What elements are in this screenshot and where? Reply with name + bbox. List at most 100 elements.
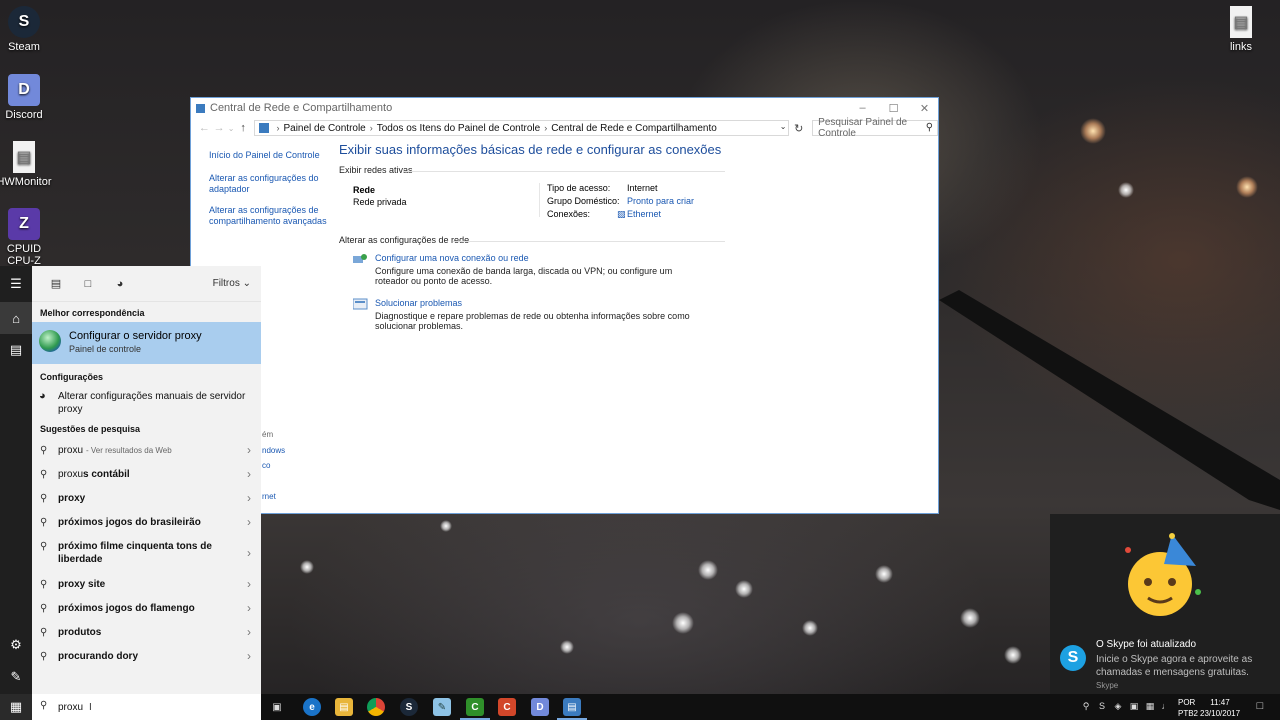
new-connection-link[interactable]: Configurar uma nova conexão ou rede <box>375 253 929 263</box>
clock[interactable]: 11:47 23/10/2017 <box>1200 697 1240 719</box>
hamburger-menu-icon[interactable]: ☰ <box>0 268 32 300</box>
camtasia-red-icon[interactable]: C <box>498 698 516 716</box>
maximize-button[interactable]: ☐ <box>878 98 909 118</box>
suggestion-item[interactable]: ⚲ próximo filme cinquenta tons de liberd… <box>32 534 261 572</box>
settings-gear-icon[interactable]: ⚙ <box>0 629 32 661</box>
troubleshoot-link[interactable]: Solucionar problemas <box>375 298 929 308</box>
chrome-icon[interactable] <box>367 698 385 716</box>
apps-filter-icon[interactable]: ▤ <box>40 277 72 290</box>
best-match-subtitle: Painel de controle <box>69 344 142 354</box>
breadcrumb-separator-icon: › <box>369 123 373 133</box>
ethernet-link[interactable]: Ethernet <box>627 209 661 219</box>
control-panel-icon[interactable]: ▤ <box>563 698 581 716</box>
network-name: Rede <box>353 185 376 195</box>
search-icon: ⚲ <box>40 578 48 590</box>
breadcrumb-item[interactable]: Central de Rede e Compartilhamento <box>551 123 717 134</box>
notebook-icon[interactable]: ▤ <box>0 334 32 366</box>
network-tray-icon[interactable]: ⚲ <box>1080 700 1092 712</box>
breadcrumb-item[interactable]: Painel de Controle <box>283 123 365 134</box>
new-connection-desc: Configure uma conexão de banda larga, di… <box>375 266 673 286</box>
suggestion-item[interactable]: ⚲ produtos › <box>32 620 261 644</box>
desktop-icon-cpuz[interactable]: Z CPUID CPU-Z <box>0 208 54 267</box>
breadcrumb-item[interactable]: Todos os Itens do Painel de Controle <box>377 123 540 134</box>
edge-icon[interactable]: e <box>303 698 321 716</box>
language-indicator[interactable]: POR PTB2 <box>1178 697 1198 719</box>
search-results-panel: ▤ □ ◕ Filtros ⌄ Melhor correspondência C… <box>32 266 261 694</box>
bokeh-light <box>440 520 452 532</box>
chevron-down-icon[interactable]: ⌄ <box>780 122 787 131</box>
homegroup-link[interactable]: Pronto para criar <box>627 196 694 206</box>
settings-heading: Configurações <box>40 372 104 382</box>
left-nav-pane: Início do Painel de Controle Alterar as … <box>209 150 329 237</box>
suggestion-item[interactable]: ⚲ proxy site › <box>32 572 261 596</box>
settings-item[interactable]: ◕ Alterar configurações manuais de servi… <box>32 386 261 422</box>
desktop-icon-label: HWMonitor <box>0 176 52 188</box>
language-label: POR <box>1178 698 1196 707</box>
advanced-sharing-link[interactable]: Alterar as configurações de compartilham… <box>209 205 329 227</box>
desktop-icon-steam[interactable]: S Steam <box>0 6 54 53</box>
documents-filter-icon[interactable]: □ <box>72 278 104 290</box>
file-explorer-icon[interactable]: ▤ <box>335 698 353 716</box>
suggestion-item[interactable]: ⚲ proxu - Ver resultados da Web › <box>32 438 261 462</box>
keyboard-layout-label: PTB2 <box>1178 709 1199 718</box>
forward-arrow-icon[interactable]: → <box>212 122 227 134</box>
suggestion-item[interactable]: ⚲ proxu s contábil › <box>32 462 261 486</box>
shield-tray-icon[interactable]: ◈ <box>1112 700 1124 712</box>
chevron-down-icon: ⌄ <box>242 278 251 289</box>
close-button[interactable]: ✕ <box>909 98 940 118</box>
home-icon[interactable]: ⌂ <box>0 302 32 334</box>
adapter-settings-link[interactable]: Alterar as configurações do adaptador <box>209 173 329 195</box>
bokeh-light <box>1080 118 1106 144</box>
suggestion-item[interactable]: ⚲ procurando dory › <box>32 644 261 668</box>
filters-dropdown[interactable]: Filtros ⌄ <box>213 278 251 289</box>
search-query: proxu <box>58 701 84 713</box>
search-icon: ⚲ <box>40 700 48 711</box>
breadcrumb-separator-icon: › <box>544 123 548 133</box>
start-rail: ☰ ⌂ ▤ ⚙ ✎ <box>0 266 32 694</box>
skype-update-toast[interactable]: S O Skype foi atualizado Inicie o Skype … <box>1050 514 1280 694</box>
minimize-button[interactable]: – <box>847 98 878 118</box>
search-icon: ⚲ <box>925 122 934 133</box>
monitor-tray-icon[interactable]: ▣ <box>1128 700 1140 712</box>
control-panel-icon <box>259 123 270 133</box>
steam-icon[interactable]: S <box>400 698 418 716</box>
suggestion-item[interactable]: ⚲ proxy › <box>32 486 261 510</box>
bokeh-light <box>1004 646 1022 664</box>
window-titlebar[interactable]: Central de Rede e Compartilhamento <box>191 98 938 118</box>
suggestion-item[interactable]: ⚲ próximos jogos do flamengo › <box>32 596 261 620</box>
document-icon: ▤ <box>1230 6 1252 38</box>
address-bar[interactable]: › Painel de Controle › Todos os Itens do… <box>254 120 790 136</box>
steam-tray-icon[interactable]: S <box>1096 700 1108 712</box>
text-cursor-icon: ‎I <box>89 701 92 713</box>
dropdown-chevron-icon[interactable]: ⌄ <box>227 124 236 133</box>
back-arrow-icon[interactable]: ← <box>197 122 212 134</box>
ethernet-tray-icon[interactable]: ▦ <box>1144 700 1156 712</box>
camtasia-green-icon[interactable]: C <box>466 698 484 716</box>
suggestion-item[interactable]: ⚲ próximos jogos do brasileirão › <box>32 510 261 534</box>
desktop-icon-discord[interactable]: D Discord <box>0 74 54 121</box>
desktop-icon-hwmonitor[interactable]: ▤ HWMonitor <box>0 141 54 188</box>
search-icon: ⚲ <box>40 468 48 480</box>
feedback-icon[interactable]: ✎ <box>0 661 32 693</box>
taskbar-search-input[interactable]: ⚲ proxu ‎I <box>32 694 261 720</box>
cpuz-icon: Z <box>8 208 40 240</box>
refresh-icon[interactable]: ↻ <box>791 120 806 136</box>
discord-icon[interactable]: D <box>531 698 549 716</box>
settings-item-label: Alterar configurações manuais de servido… <box>58 391 246 415</box>
toast-title: O Skype foi atualizado <box>1096 639 1197 650</box>
volume-icon[interactable]: ♩ <box>1160 700 1172 712</box>
notepad-icon[interactable]: ✎ <box>433 698 451 716</box>
control-panel-search-input[interactable]: Pesquisar Painel de Controle ⚲ <box>812 117 939 139</box>
control-panel-home-link[interactable]: Início do Painel de Controle <box>209 150 329 161</box>
bokeh-light <box>1118 182 1134 198</box>
desktop-icon-links[interactable]: ▤ links <box>1211 6 1271 53</box>
windows-start-icon[interactable]: ▦ <box>0 694 32 720</box>
web-filter-icon[interactable]: ◕ <box>104 278 136 290</box>
best-match-item[interactable]: Configurar o servidor proxy Painel de co… <box>32 322 261 364</box>
up-arrow-icon[interactable]: ↑ <box>236 122 251 134</box>
action-center-icon[interactable]: □ <box>1254 700 1266 712</box>
task-view-icon[interactable]: ▣ <box>268 698 286 716</box>
homegroup-row: Grupo Doméstico: Pronto para criar <box>547 196 694 206</box>
bokeh-light <box>960 608 980 628</box>
suggestion-completion: próximos jogos do brasileirão <box>58 516 201 528</box>
